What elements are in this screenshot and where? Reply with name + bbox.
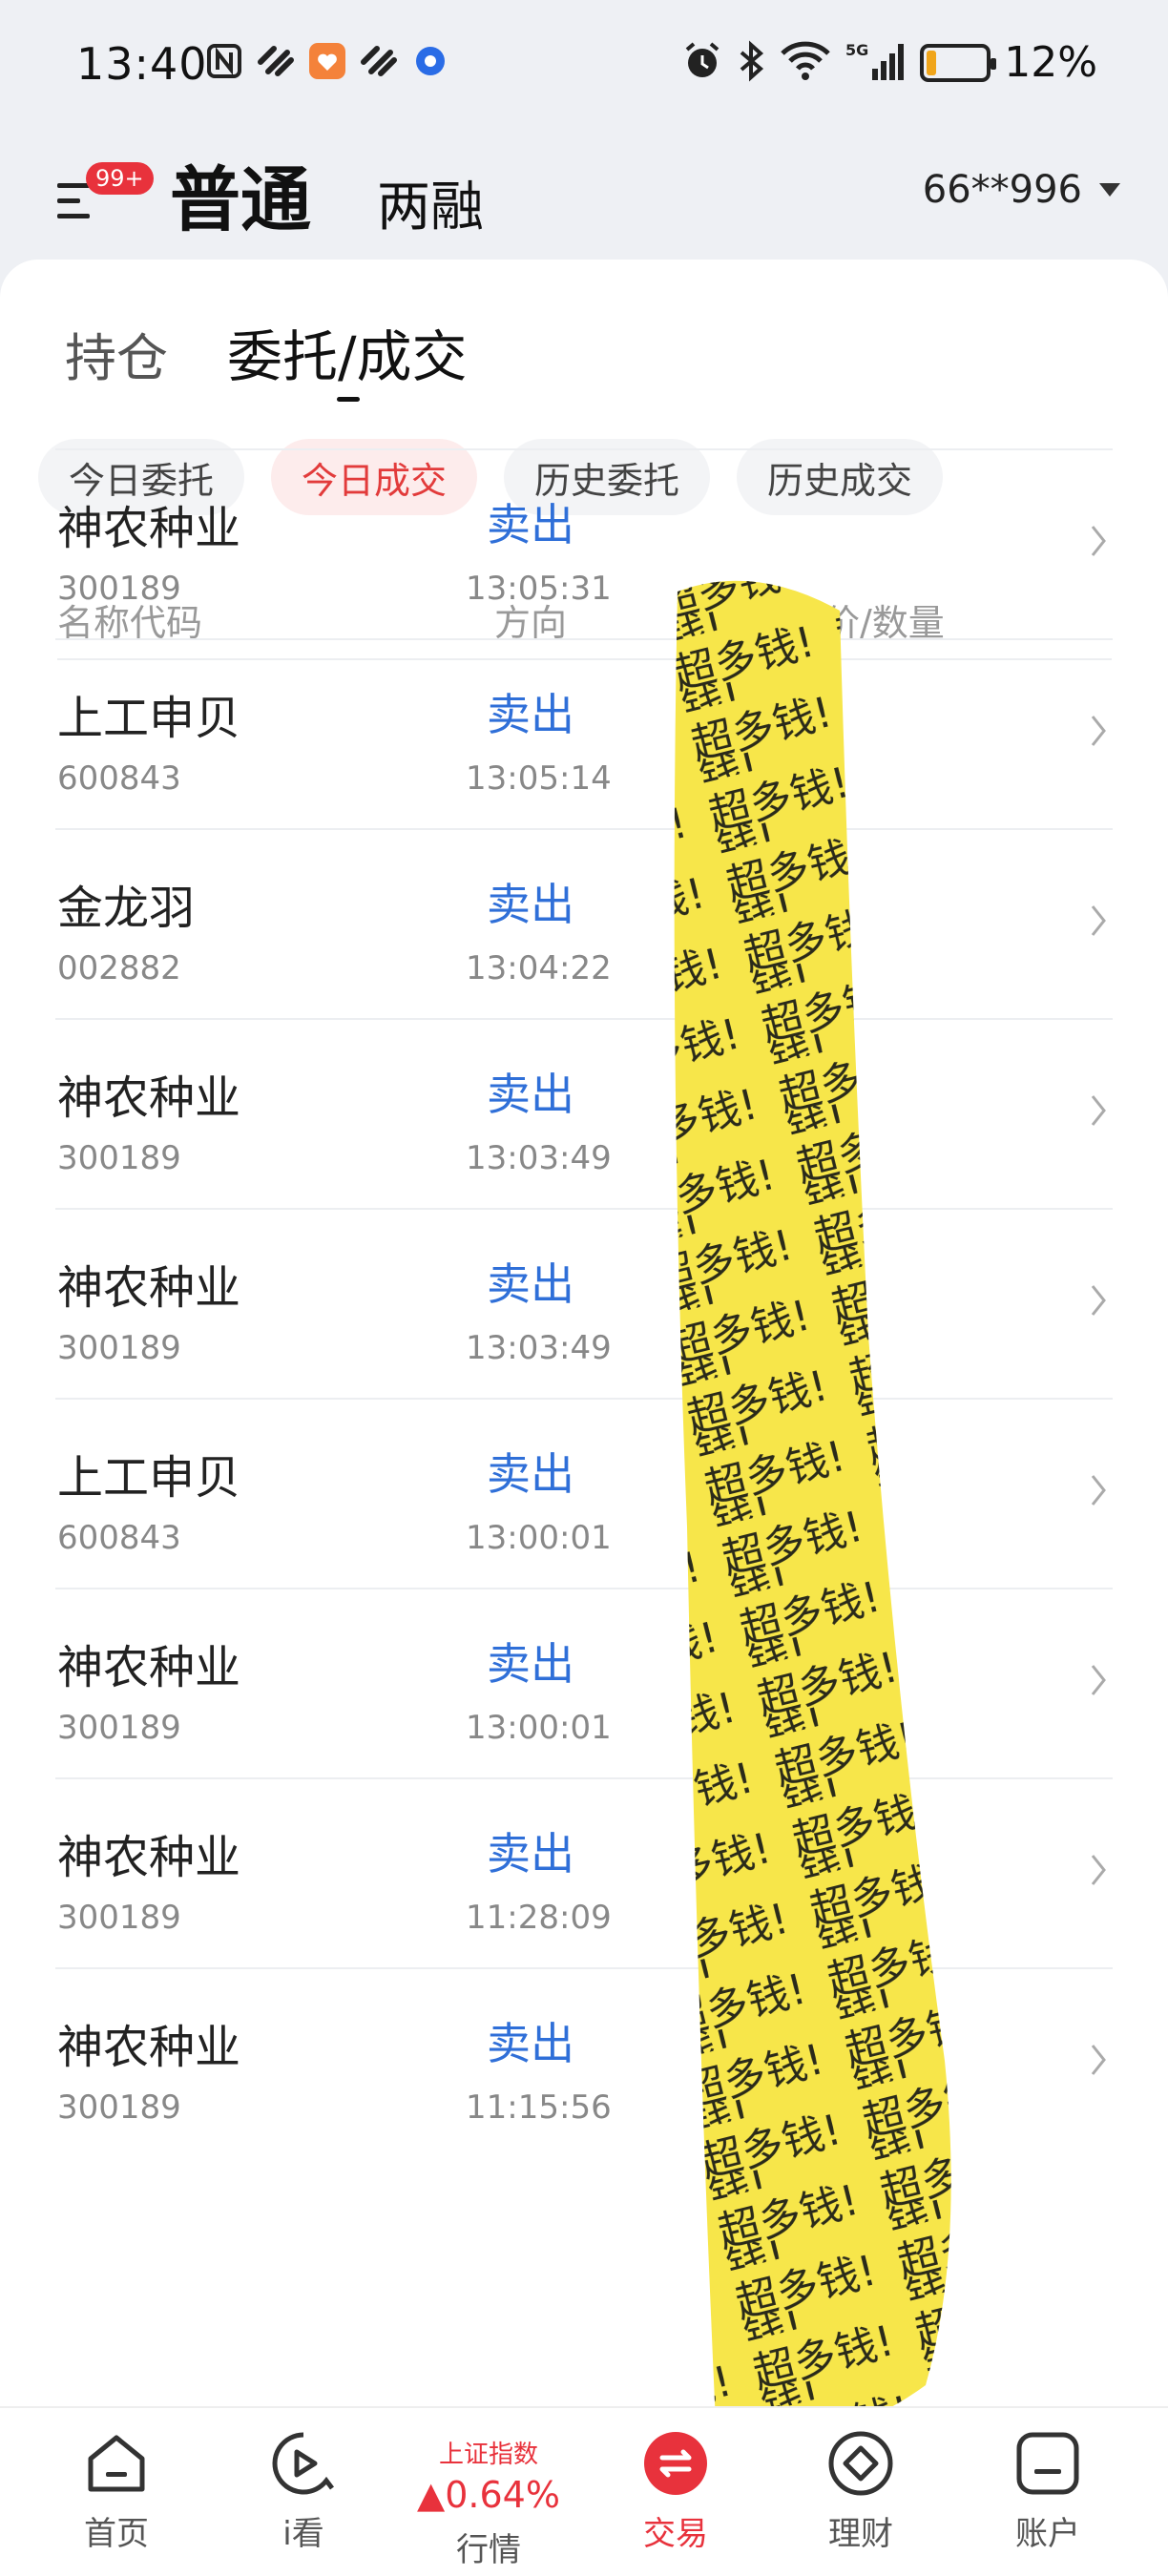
stock-code: 300189 bbox=[57, 1329, 181, 1367]
index-name: 上证指数 bbox=[438, 2441, 538, 2469]
battery-percent: 12% bbox=[1004, 38, 1097, 87]
trade-direction: 卖出 bbox=[487, 1638, 574, 1690]
trade-time: 13:03:49 bbox=[466, 1139, 612, 1177]
chevron-right-icon bbox=[1084, 1846, 1113, 1894]
nav-account[interactable]: 账户 bbox=[971, 2427, 1124, 2554]
notification-badge: 99+ bbox=[86, 162, 154, 195]
stock-name: 神农种业 bbox=[57, 1831, 241, 1884]
status-bar: 13:40 5G 12% bbox=[0, 0, 1168, 134]
nav-iwatch[interactable]: i看 bbox=[227, 2427, 380, 2554]
chevron-right-icon bbox=[1084, 1087, 1113, 1134]
stock-code: 300189 bbox=[57, 570, 181, 608]
stock-name: 神农种业 bbox=[57, 1261, 241, 1315]
trade-direction: 卖出 bbox=[487, 499, 574, 551]
stock-code: 300189 bbox=[57, 2088, 181, 2127]
account-selector[interactable]: 66**996 bbox=[923, 168, 1120, 212]
caret-down-icon bbox=[1099, 183, 1120, 197]
nav-market[interactable]: 上证指数 ▲0.64% 行情 bbox=[412, 2427, 565, 2570]
trade-direction: 卖出 bbox=[487, 2018, 574, 2069]
stock-name: 神农种业 bbox=[57, 1071, 241, 1125]
svg-text:5G: 5G bbox=[845, 41, 868, 59]
trade-direction: 卖出 bbox=[487, 689, 574, 740]
stock-name: 金龙羽 bbox=[57, 882, 196, 935]
trade-direction: 卖出 bbox=[487, 1258, 574, 1310]
stock-code: 300189 bbox=[57, 1899, 181, 1937]
finance-icon bbox=[824, 2427, 897, 2500]
battery-icon bbox=[920, 43, 997, 82]
chevron-right-icon bbox=[1084, 1466, 1113, 1514]
trade-time: 13:00:01 bbox=[466, 1519, 612, 1557]
trade-direction: 卖出 bbox=[487, 1828, 574, 1880]
tab-margin[interactable]: 两融 bbox=[377, 164, 484, 241]
tab-orders-trades[interactable]: 委托/成交 bbox=[227, 312, 468, 402]
stock-name: 上工申贝 bbox=[57, 1451, 241, 1505]
wifi-icon bbox=[779, 40, 832, 86]
active-tab-indicator bbox=[337, 397, 360, 402]
app-icon bbox=[257, 42, 295, 80]
stock-name: 神农种业 bbox=[57, 502, 241, 555]
table-row[interactable]: 上工申贝 600843 卖出 13:00:01 bbox=[55, 1398, 1113, 1588]
system-icons: 5G 12% bbox=[681, 38, 1097, 87]
app-icon bbox=[360, 42, 398, 80]
table-row[interactable]: 金龙羽 002882 卖出 13:04:22 bbox=[55, 828, 1113, 1018]
trade-direction: 卖出 bbox=[487, 879, 574, 930]
chevron-right-icon bbox=[1084, 1656, 1113, 1704]
stock-name: 上工申贝 bbox=[57, 692, 241, 745]
trade-time: 13:04:22 bbox=[466, 949, 612, 987]
table-row[interactable]: 神农种业 300189 卖出 13:03:49 bbox=[55, 1208, 1113, 1398]
chevron-right-icon bbox=[1084, 897, 1113, 945]
account-number: 66**996 bbox=[922, 168, 1082, 212]
stock-code: 300189 bbox=[57, 1139, 181, 1177]
trade-time: 13:05:14 bbox=[466, 759, 612, 798]
nav-trade[interactable]: 交易 bbox=[599, 2427, 752, 2554]
table-row[interactable]: 神农种业 300189 卖出 13:03:49 bbox=[55, 1018, 1113, 1208]
trade-direction: 卖出 bbox=[487, 1448, 574, 1500]
notification-icons bbox=[205, 42, 449, 80]
stock-code: 300189 bbox=[57, 1709, 181, 1747]
trade-time: 11:28:09 bbox=[466, 1899, 612, 1937]
index-change: ▲0.64% bbox=[417, 2474, 560, 2516]
trade-time: 13:00:01 bbox=[466, 1709, 612, 1747]
trade-time: 13:05:31 bbox=[466, 570, 612, 608]
bottom-navigation: 首页 i看 上证指数 ▲0.64% 行情 交易 理财 账户 bbox=[0, 2406, 1168, 2576]
app-icon bbox=[308, 42, 346, 80]
table-row[interactable]: 上工申贝 600843 卖出 13:05:14 bbox=[55, 638, 1113, 828]
account-icon bbox=[1012, 2427, 1084, 2500]
status-time: 13:40 bbox=[76, 38, 208, 90]
stock-name: 神农种业 bbox=[57, 2021, 241, 2074]
chevron-right-icon bbox=[1084, 707, 1113, 755]
table-row[interactable]: 神农种业 300189 卖出 11:15:56 bbox=[55, 1967, 1113, 2157]
trade-icon bbox=[639, 2427, 712, 2500]
tab-holdings[interactable]: 持仓 bbox=[65, 316, 168, 391]
nav-finance[interactable]: 理财 bbox=[784, 2427, 937, 2554]
app-icon bbox=[411, 42, 449, 80]
table-row[interactable]: 神农种业 300189 卖出 13:05:31 bbox=[55, 448, 1113, 638]
app-header: 99+ 普通 两融 66**996 bbox=[0, 134, 1168, 262]
stock-code: 002882 bbox=[57, 949, 181, 987]
nav-home[interactable]: 首页 bbox=[40, 2427, 193, 2554]
stock-name: 神农种业 bbox=[57, 1641, 241, 1694]
chevron-right-icon bbox=[1084, 1277, 1113, 1324]
play-circle-icon bbox=[267, 2427, 340, 2500]
table-row[interactable]: 神农种业 300189 卖出 11:28:09 bbox=[55, 1777, 1113, 1967]
trade-time: 11:15:56 bbox=[466, 2088, 612, 2127]
alarm-icon bbox=[681, 40, 723, 86]
trade-list: 神农种业 300189 卖出 13:05:31 上工申贝 600843 卖出 13:05:14… bbox=[55, 448, 1113, 2157]
trade-time: 13:03:49 bbox=[466, 1329, 612, 1367]
subtabs: 持仓 委托/成交 bbox=[65, 312, 468, 402]
menu-button[interactable]: 99+ bbox=[55, 162, 154, 229]
home-icon bbox=[80, 2427, 153, 2500]
stock-code: 600843 bbox=[57, 1519, 181, 1557]
chevron-right-icon bbox=[1084, 2036, 1113, 2084]
bluetooth-icon bbox=[737, 40, 765, 86]
signal-5g-icon: 5G bbox=[845, 40, 907, 86]
stock-code: 600843 bbox=[57, 759, 181, 798]
chevron-right-icon bbox=[1084, 517, 1113, 565]
tab-normal[interactable]: 普通 bbox=[170, 143, 311, 245]
table-row[interactable]: 神农种业 300189 卖出 13:00:01 bbox=[55, 1588, 1113, 1777]
nfc-icon bbox=[205, 42, 243, 80]
trade-direction: 卖出 bbox=[487, 1069, 574, 1120]
